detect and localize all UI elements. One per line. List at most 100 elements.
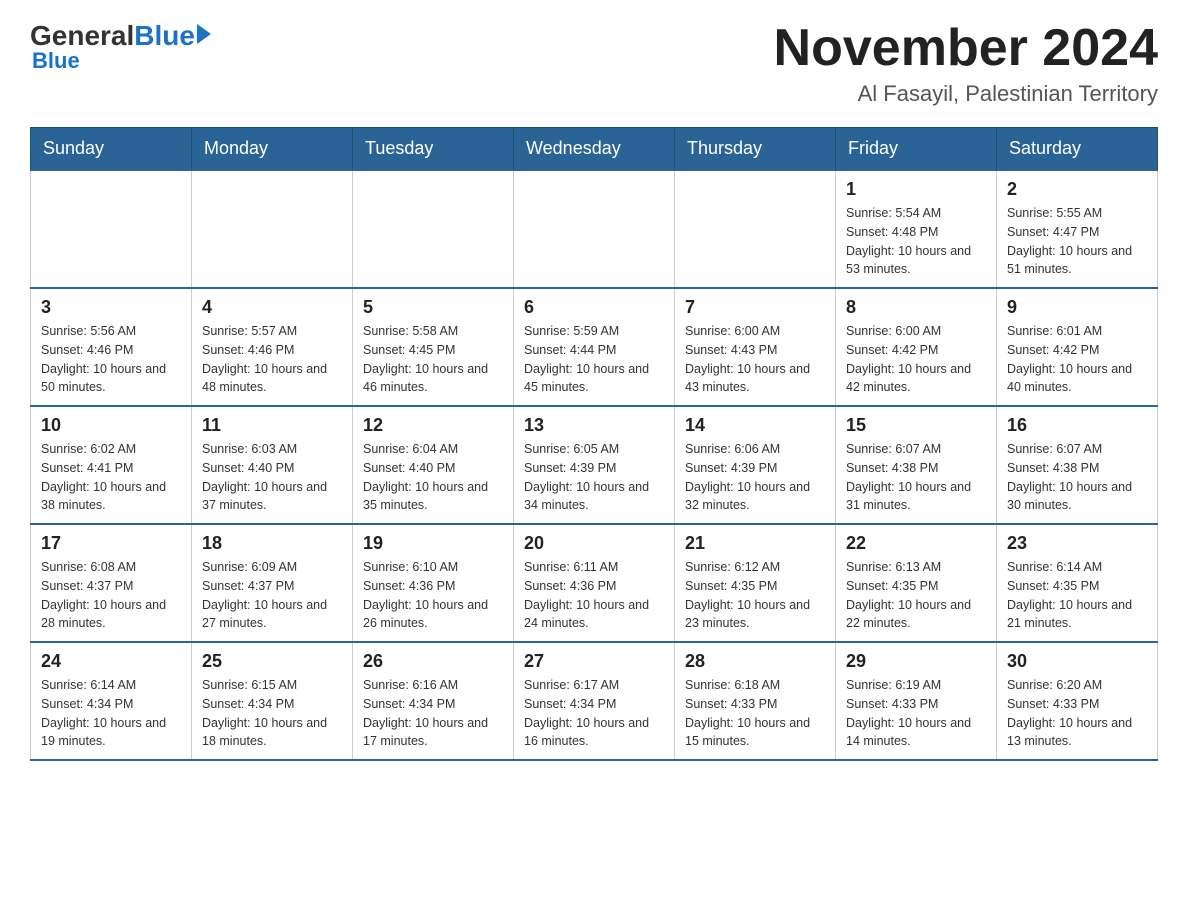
calendar-cell: 16 Sunrise: 6:07 AMSunset: 4:38 PMDayligh… <box>997 406 1158 524</box>
calendar-cell: 10 Sunrise: 6:02 AMSunset: 4:41 PMDayligh… <box>31 406 192 524</box>
calendar-cell: 11 Sunrise: 6:03 AMSunset: 4:40 PMDayligh… <box>192 406 353 524</box>
calendar-cell: 12 Sunrise: 6:04 AMSunset: 4:40 PMDayligh… <box>353 406 514 524</box>
day-number: 5 <box>363 297 503 318</box>
weekday-header-saturday: Saturday <box>997 128 1158 171</box>
day-info: Sunrise: 5:59 AMSunset: 4:44 PMDaylight:… <box>524 322 664 397</box>
day-number: 3 <box>41 297 181 318</box>
day-info: Sunrise: 6:08 AMSunset: 4:37 PMDaylight:… <box>41 558 181 633</box>
day-info: Sunrise: 6:00 AMSunset: 4:43 PMDaylight:… <box>685 322 825 397</box>
day-info: Sunrise: 6:06 AMSunset: 4:39 PMDaylight:… <box>685 440 825 515</box>
day-info: Sunrise: 6:19 AMSunset: 4:33 PMDaylight:… <box>846 676 986 751</box>
day-number: 16 <box>1007 415 1147 436</box>
calendar-cell: 18 Sunrise: 6:09 AMSunset: 4:37 PMDayligh… <box>192 524 353 642</box>
calendar-cell <box>514 170 675 288</box>
month-title: November 2024 <box>774 20 1158 77</box>
calendar-cell <box>31 170 192 288</box>
day-number: 28 <box>685 651 825 672</box>
day-info: Sunrise: 5:55 AMSunset: 4:47 PMDaylight:… <box>1007 204 1147 279</box>
weekday-header-tuesday: Tuesday <box>353 128 514 171</box>
day-info: Sunrise: 6:07 AMSunset: 4:38 PMDaylight:… <box>846 440 986 515</box>
day-info: Sunrise: 6:16 AMSunset: 4:34 PMDaylight:… <box>363 676 503 751</box>
weekday-header-thursday: Thursday <box>675 128 836 171</box>
calendar-cell: 7Sunrise: 6:00 AMSunset: 4:43 PMDaylight… <box>675 288 836 406</box>
calendar-cell <box>192 170 353 288</box>
day-number: 9 <box>1007 297 1147 318</box>
day-info: Sunrise: 6:14 AMSunset: 4:35 PMDaylight:… <box>1007 558 1147 633</box>
calendar-cell: 15 Sunrise: 6:07 AMSunset: 4:38 PMDayligh… <box>836 406 997 524</box>
day-info: Sunrise: 6:00 AMSunset: 4:42 PMDaylight:… <box>846 322 986 397</box>
day-number: 1 <box>846 179 986 200</box>
calendar-week-row: 10 Sunrise: 6:02 AMSunset: 4:41 PMDayligh… <box>31 406 1158 524</box>
calendar-week-row: 3 Sunrise: 5:56 AMSunset: 4:46 PMDaylight… <box>31 288 1158 406</box>
weekday-header-wednesday: Wednesday <box>514 128 675 171</box>
day-info: Sunrise: 6:09 AMSunset: 4:37 PMDaylight:… <box>202 558 342 633</box>
day-number: 17 <box>41 533 181 554</box>
day-info: Sunrise: 6:12 AMSunset: 4:35 PMDaylight:… <box>685 558 825 633</box>
calendar-cell: 1 Sunrise: 5:54 AMSunset: 4:48 PMDaylight… <box>836 170 997 288</box>
day-number: 30 <box>1007 651 1147 672</box>
calendar-cell: 5 Sunrise: 5:58 AMSunset: 4:45 PMDaylight… <box>353 288 514 406</box>
day-info: Sunrise: 5:57 AMSunset: 4:46 PMDaylight:… <box>202 322 342 397</box>
day-info: Sunrise: 6:07 AMSunset: 4:38 PMDaylight:… <box>1007 440 1147 515</box>
day-number: 18 <box>202 533 342 554</box>
day-info: Sunrise: 6:02 AMSunset: 4:41 PMDaylight:… <box>41 440 181 515</box>
day-number: 27 <box>524 651 664 672</box>
day-info: Sunrise: 6:01 AMSunset: 4:42 PMDaylight:… <box>1007 322 1147 397</box>
calendar-cell: 13Sunrise: 6:05 AMSunset: 4:39 PMDayligh… <box>514 406 675 524</box>
calendar-cell: 9 Sunrise: 6:01 AMSunset: 4:42 PMDaylight… <box>997 288 1158 406</box>
calendar-cell: 4 Sunrise: 5:57 AMSunset: 4:46 PMDaylight… <box>192 288 353 406</box>
day-info: Sunrise: 5:56 AMSunset: 4:46 PMDaylight:… <box>41 322 181 397</box>
calendar-cell: 26 Sunrise: 6:16 AMSunset: 4:34 PMDayligh… <box>353 642 514 760</box>
logo-blue-text: Blue <box>134 20 195 52</box>
calendar-week-row: 1 Sunrise: 5:54 AMSunset: 4:48 PMDaylight… <box>31 170 1158 288</box>
calendar-table: SundayMondayTuesdayWednesdayThursdayFrid… <box>30 127 1158 761</box>
day-number: 2 <box>1007 179 1147 200</box>
day-number: 21 <box>685 533 825 554</box>
day-number: 4 <box>202 297 342 318</box>
weekday-header-monday: Monday <box>192 128 353 171</box>
day-info: Sunrise: 5:54 AMSunset: 4:48 PMDaylight:… <box>846 204 986 279</box>
day-number: 8 <box>846 297 986 318</box>
day-info: Sunrise: 6:20 AMSunset: 4:33 PMDaylight:… <box>1007 676 1147 751</box>
day-number: 12 <box>363 415 503 436</box>
day-info: Sunrise: 6:03 AMSunset: 4:40 PMDaylight:… <box>202 440 342 515</box>
calendar-cell: 23 Sunrise: 6:14 AMSunset: 4:35 PMDayligh… <box>997 524 1158 642</box>
calendar-cell: 14 Sunrise: 6:06 AMSunset: 4:39 PMDayligh… <box>675 406 836 524</box>
day-number: 6 <box>524 297 664 318</box>
day-number: 15 <box>846 415 986 436</box>
calendar-cell <box>675 170 836 288</box>
weekday-header-row: SundayMondayTuesdayWednesdayThursdayFrid… <box>31 128 1158 171</box>
title-area: November 2024 Al Fasayil, Palestinian Te… <box>774 20 1158 107</box>
day-info: Sunrise: 6:18 AMSunset: 4:33 PMDaylight:… <box>685 676 825 751</box>
day-info: Sunrise: 5:58 AMSunset: 4:45 PMDaylight:… <box>363 322 503 397</box>
calendar-cell: 24 Sunrise: 6:14 AMSunset: 4:34 PMDayligh… <box>31 642 192 760</box>
calendar-cell: 2 Sunrise: 5:55 AMSunset: 4:47 PMDaylight… <box>997 170 1158 288</box>
day-number: 24 <box>41 651 181 672</box>
calendar-cell: 27Sunrise: 6:17 AMSunset: 4:34 PMDayligh… <box>514 642 675 760</box>
day-number: 10 <box>41 415 181 436</box>
calendar-cell: 3 Sunrise: 5:56 AMSunset: 4:46 PMDaylight… <box>31 288 192 406</box>
day-info: Sunrise: 6:05 AMSunset: 4:39 PMDaylight:… <box>524 440 664 515</box>
weekday-header-sunday: Sunday <box>31 128 192 171</box>
day-number: 26 <box>363 651 503 672</box>
day-info: Sunrise: 6:04 AMSunset: 4:40 PMDaylight:… <box>363 440 503 515</box>
calendar-cell: 20Sunrise: 6:11 AMSunset: 4:36 PMDayligh… <box>514 524 675 642</box>
day-number: 22 <box>846 533 986 554</box>
header: General Blue Blue November 2024 Al Fasay… <box>30 20 1158 107</box>
calendar-week-row: 24 Sunrise: 6:14 AMSunset: 4:34 PMDayligh… <box>31 642 1158 760</box>
day-info: Sunrise: 6:10 AMSunset: 4:36 PMDaylight:… <box>363 558 503 633</box>
day-info: Sunrise: 6:14 AMSunset: 4:34 PMDaylight:… <box>41 676 181 751</box>
day-number: 11 <box>202 415 342 436</box>
day-info: Sunrise: 6:15 AMSunset: 4:34 PMDaylight:… <box>202 676 342 751</box>
calendar-cell: 8 Sunrise: 6:00 AMSunset: 4:42 PMDaylight… <box>836 288 997 406</box>
day-info: Sunrise: 6:13 AMSunset: 4:35 PMDaylight:… <box>846 558 986 633</box>
logo-triangle-icon <box>197 24 211 44</box>
location-title: Al Fasayil, Palestinian Territory <box>774 81 1158 107</box>
calendar-week-row: 17 Sunrise: 6:08 AMSunset: 4:37 PMDayligh… <box>31 524 1158 642</box>
day-number: 25 <box>202 651 342 672</box>
day-info: Sunrise: 6:11 AMSunset: 4:36 PMDaylight:… <box>524 558 664 633</box>
day-number: 23 <box>1007 533 1147 554</box>
day-number: 14 <box>685 415 825 436</box>
calendar-cell: 19Sunrise: 6:10 AMSunset: 4:36 PMDayligh… <box>353 524 514 642</box>
calendar-cell <box>353 170 514 288</box>
